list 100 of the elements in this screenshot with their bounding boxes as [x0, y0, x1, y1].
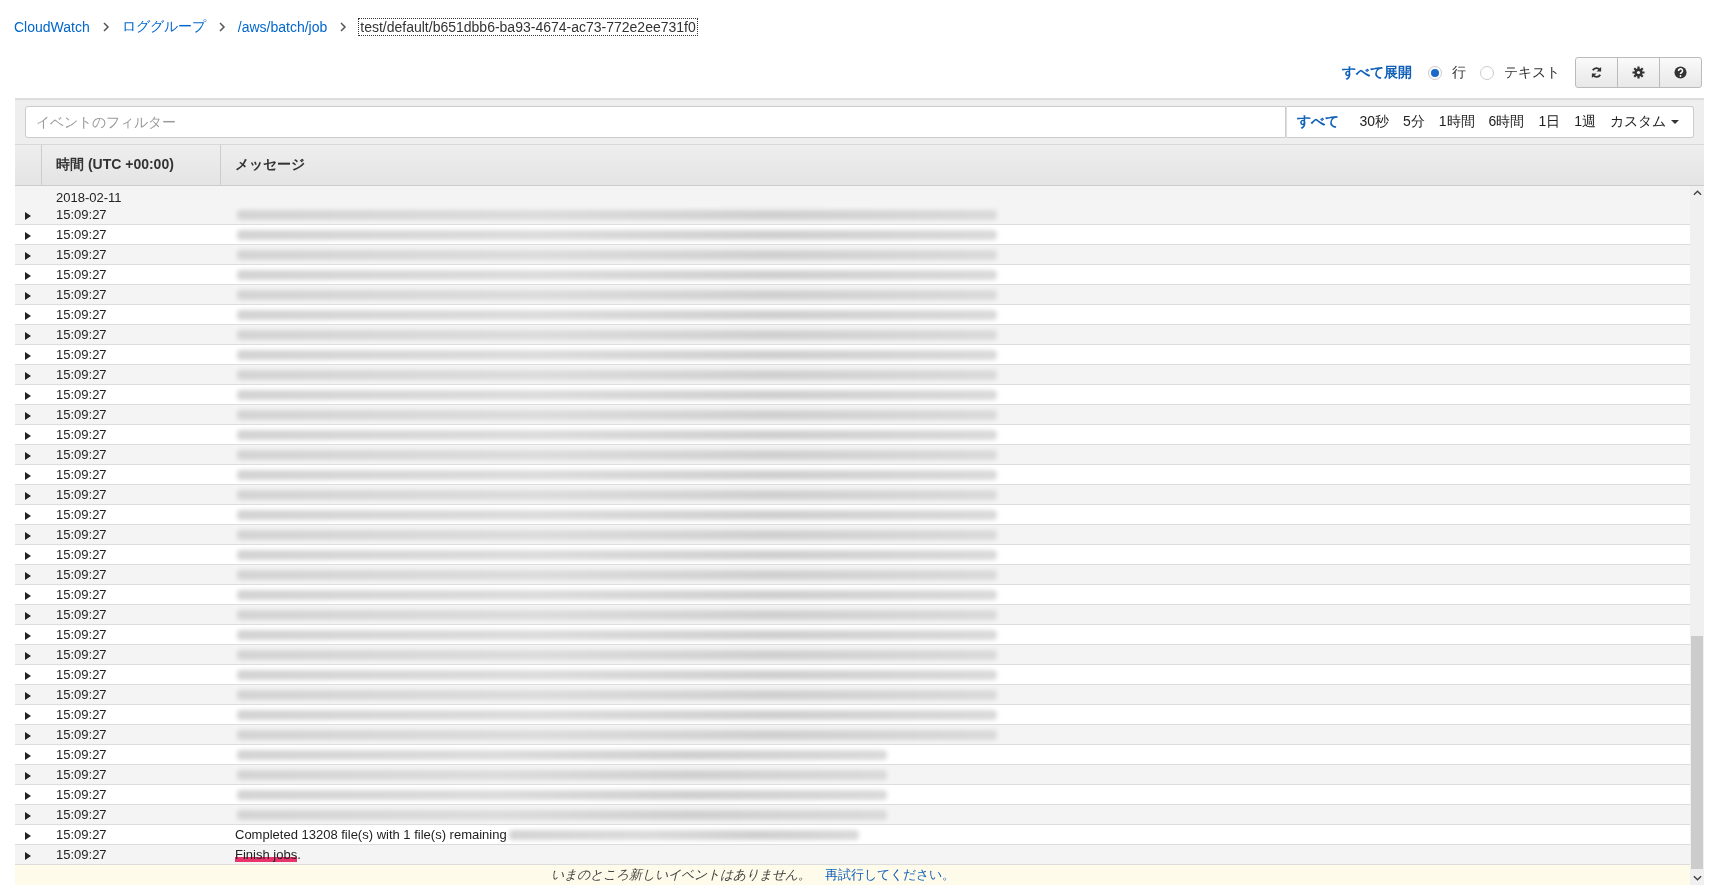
expand-caret-icon[interactable] [25, 552, 31, 560]
chevron-icon [339, 22, 348, 32]
time-cell: 15:09:27 [56, 207, 107, 222]
expand-caret-icon[interactable] [25, 632, 31, 640]
time-cell: 15:09:27 [56, 467, 107, 482]
expand-caret-icon[interactable] [25, 772, 31, 780]
time-cell: 15:09:27 [56, 247, 107, 262]
expand-caret-icon[interactable] [25, 712, 31, 720]
time-cell: 15:09:27 [56, 347, 107, 362]
scroll-down-icon[interactable] [1692, 875, 1702, 881]
custom-range-dropdown[interactable]: カスタム [1610, 113, 1679, 131]
time-cell: 15:09:27 [56, 807, 107, 822]
time-range-option[interactable]: 5分 [1403, 113, 1425, 131]
column-header: 時間 (UTC +00:00) [42, 145, 221, 185]
time-cell: 15:09:27 [56, 227, 107, 242]
time-cell: 15:09:27 [56, 287, 107, 302]
radio-button[interactable] [1428, 65, 1442, 80]
expand-caret-icon[interactable] [25, 472, 31, 480]
time-cell: 15:09:27 [56, 767, 107, 782]
expand-caret-icon[interactable] [25, 652, 31, 660]
message-text: Completed 13208 file(s) with 1 file(s) remaining [235, 826, 507, 843]
expand-caret-icon[interactable] [25, 792, 31, 800]
expand-caret-icon[interactable] [25, 692, 31, 700]
expand-caret-icon[interactable] [25, 412, 31, 420]
time-range-option[interactable]: 1日 [1538, 113, 1561, 131]
time-cell: 15:09:27 [56, 267, 107, 282]
refresh-button[interactable] [1575, 57, 1618, 88]
help-icon [1674, 66, 1687, 79]
help-button[interactable] [1659, 57, 1702, 88]
time-cell: 15:09:27 [56, 787, 107, 802]
expand-caret-icon[interactable] [25, 232, 31, 240]
time-cell: 15:09:27 [56, 607, 107, 622]
expand-caret-icon[interactable] [25, 612, 31, 620]
expand-caret-icon[interactable] [25, 672, 31, 680]
breadcrumb-link[interactable]: /aws/batch/job [237, 19, 328, 35]
time-cell: 15:09:27 [56, 627, 107, 642]
time-cell: 15:09:27 [56, 307, 107, 322]
expand-caret-icon[interactable] [25, 832, 31, 840]
expand-caret-icon[interactable] [25, 392, 31, 400]
scroll-up-icon[interactable] [1692, 190, 1702, 196]
time-cell: 15:09:27 [56, 567, 107, 582]
time-cell: 15:09:27 [56, 507, 107, 522]
time-cell: 15:09:27 [56, 447, 107, 462]
time-cell: 15:09:27 [56, 487, 107, 502]
expand-caret-icon[interactable] [25, 332, 31, 340]
expand-caret-icon[interactable] [25, 212, 31, 220]
time-range-option[interactable]: 1時間 [1438, 113, 1475, 131]
time-cell: 15:09:27 [56, 667, 107, 682]
time-cell: 15:09:27 [56, 687, 107, 702]
time-cell: 15:09:27 [56, 747, 107, 762]
time-cell: 15:09:27 [56, 727, 107, 742]
time-cell: 15:09:27 [56, 827, 107, 842]
expand-caret-icon[interactable] [25, 372, 31, 380]
settings-icon [1632, 66, 1645, 79]
time-cell: 15:09:27 [56, 427, 107, 442]
date-label: 2018-02-11 [56, 190, 122, 205]
radio-label[interactable]: 行 [1452, 63, 1466, 82]
expand-caret-icon[interactable] [25, 532, 31, 540]
chevron-icon [101, 22, 110, 32]
expand-caret-icon[interactable] [25, 452, 31, 460]
expand-caret-icon[interactable] [25, 732, 31, 740]
time-range-option[interactable]: 6時間 [1488, 113, 1525, 131]
scrollbar[interactable] [1690, 186, 1704, 885]
time-cell: 15:09:27 [56, 707, 107, 722]
breadcrumb-link[interactable]: CloudWatch [14, 19, 90, 35]
expand-caret-icon[interactable] [25, 492, 31, 500]
radio-label[interactable]: テキスト [1504, 63, 1560, 82]
expand-caret-icon[interactable] [25, 252, 31, 260]
time-cell: 15:09:27 [56, 847, 107, 862]
expand-caret-icon[interactable] [25, 812, 31, 820]
expand-caret-icon[interactable] [25, 312, 31, 320]
retry-link[interactable]: 再試行してください。 [824, 866, 955, 884]
expand-caret-icon[interactable] [25, 852, 31, 860]
expand-caret-icon[interactable] [25, 292, 31, 300]
time-range-option[interactable]: すべて [1297, 113, 1340, 131]
breadcrumb-link[interactable]: ロググループ [121, 18, 206, 36]
expand-caret-icon[interactable] [25, 572, 31, 580]
time-range-option[interactable]: 1週 [1574, 113, 1596, 131]
time-cell: 15:09:27 [56, 367, 107, 382]
expand-caret-icon[interactable] [25, 752, 31, 760]
expand-caret-icon[interactable] [25, 272, 31, 280]
expand-all-link[interactable]: すべて展開 [1342, 63, 1412, 82]
time-cell: 15:09:27 [56, 587, 107, 602]
time-cell: 15:09:27 [56, 647, 107, 662]
expand-caret-icon[interactable] [25, 352, 31, 360]
chevron-icon [217, 22, 226, 32]
time-cell: 15:09:27 [56, 527, 107, 542]
breadcrumb-current: test/default/b651dbb6-ba93-4674-ac73-772e2ee731f0 [359, 19, 697, 35]
time-cell: 15:09:27 [56, 407, 107, 422]
column-header: メッセージ [234, 155, 305, 174]
radio-button[interactable] [1480, 65, 1494, 80]
filter-field[interactable]: イベントのフィルター [25, 106, 1287, 138]
expand-caret-icon[interactable] [25, 592, 31, 600]
expand-caret-icon[interactable] [25, 432, 31, 440]
time-range-option[interactable]: 30秒 [1359, 113, 1389, 131]
time-cell: 15:09:27 [56, 327, 107, 342]
expand-caret-icon[interactable] [25, 512, 31, 520]
no-events-notice: いまのところ新しいイベントはありません。 [550, 866, 811, 884]
settings-button[interactable] [1617, 57, 1660, 88]
time-cell: 15:09:27 [56, 387, 107, 402]
